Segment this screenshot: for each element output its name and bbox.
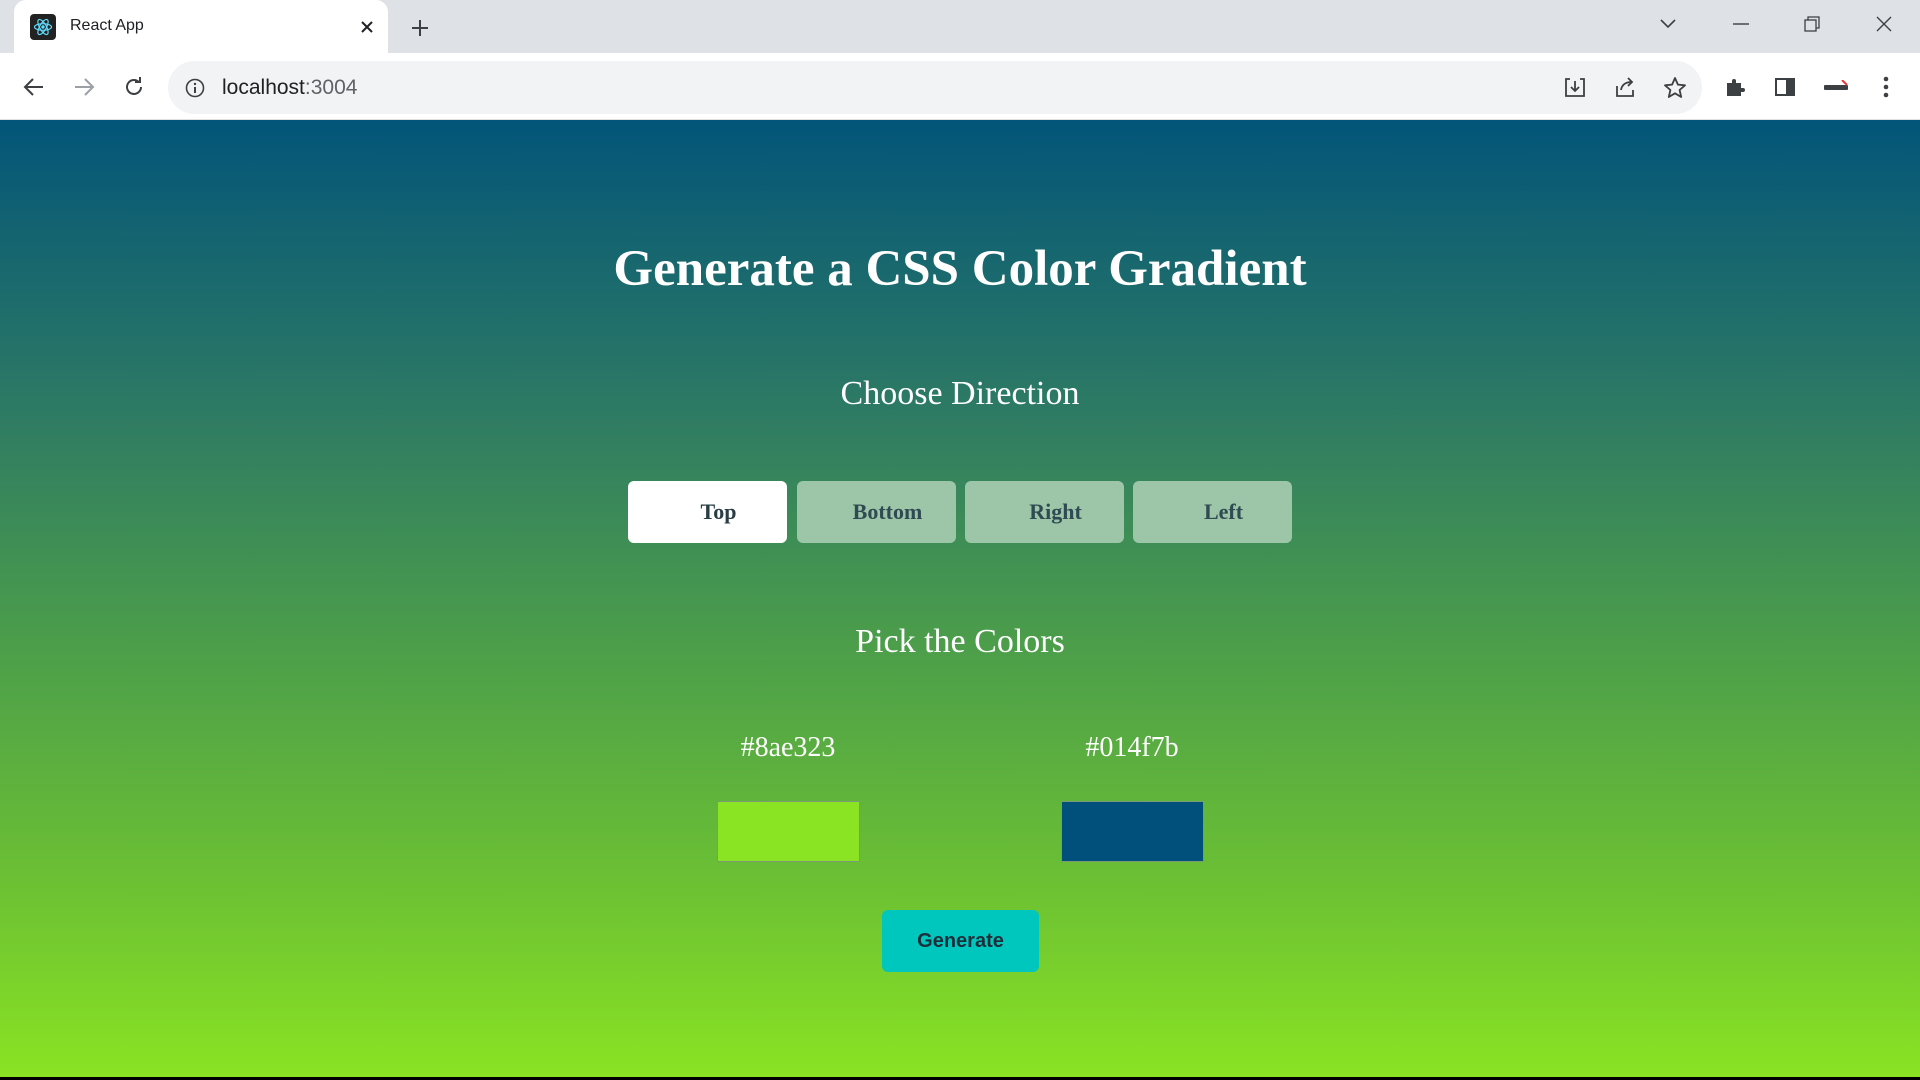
tab-search-chevron-icon[interactable] bbox=[1645, 6, 1691, 42]
page-title: Generate a CSS Color Gradient bbox=[613, 241, 1307, 297]
minimize-icon[interactable] bbox=[1718, 6, 1764, 42]
reload-icon[interactable] bbox=[116, 69, 152, 105]
address-bar[interactable]: localhost:3004 bbox=[168, 61, 1702, 114]
direction-heading: Choose Direction bbox=[840, 375, 1080, 412]
direction-button-group: Top Bottom Right Left bbox=[628, 481, 1294, 543]
page-viewport: Generate a CSS Color Gradient Choose Dir… bbox=[0, 120, 1920, 1077]
share-icon[interactable] bbox=[1610, 73, 1640, 103]
direction-bottom-button[interactable]: Bottom bbox=[797, 481, 956, 543]
bookmark-star-icon[interactable] bbox=[1660, 73, 1690, 103]
color-two-picker[interactable] bbox=[1061, 801, 1204, 862]
colors-heading: Pick the Colors bbox=[855, 623, 1065, 660]
direction-right-button[interactable]: Right bbox=[965, 481, 1124, 543]
extensions-puzzle-icon[interactable] bbox=[1717, 69, 1753, 105]
direction-top-button[interactable]: Top bbox=[628, 481, 787, 543]
new-tab-icon[interactable] bbox=[404, 12, 436, 44]
direction-left-button[interactable]: Left bbox=[1133, 481, 1292, 543]
menu-kebab-icon[interactable] bbox=[1868, 69, 1904, 105]
color-two-label: #014f7b bbox=[1085, 732, 1179, 763]
color-one-picker[interactable] bbox=[717, 801, 860, 862]
forward-arrow-icon[interactable] bbox=[66, 69, 102, 105]
side-panel-icon[interactable] bbox=[1767, 69, 1803, 105]
url-port: :3004 bbox=[304, 76, 358, 99]
tab-title: React App bbox=[70, 17, 144, 34]
close-window-icon[interactable] bbox=[1861, 6, 1907, 42]
react-logo-icon bbox=[30, 14, 56, 40]
browser-tab[interactable]: React App bbox=[14, 0, 388, 53]
generate-button[interactable]: Generate bbox=[882, 910, 1039, 972]
restore-icon[interactable] bbox=[1789, 6, 1835, 42]
install-app-icon[interactable] bbox=[1560, 73, 1590, 103]
site-info-icon[interactable] bbox=[182, 75, 208, 101]
url-host: localhost bbox=[222, 76, 305, 99]
close-tab-icon[interactable] bbox=[354, 14, 380, 40]
back-arrow-icon[interactable] bbox=[16, 69, 52, 105]
url-text: localhost:3004 bbox=[222, 76, 357, 100]
browser-tab-strip: React App bbox=[0, 0, 1920, 53]
profile-avatar-icon[interactable] bbox=[1818, 69, 1854, 105]
browser-toolbar: localhost:3004 bbox=[0, 53, 1920, 120]
color-one-label: #8ae323 bbox=[740, 732, 836, 763]
